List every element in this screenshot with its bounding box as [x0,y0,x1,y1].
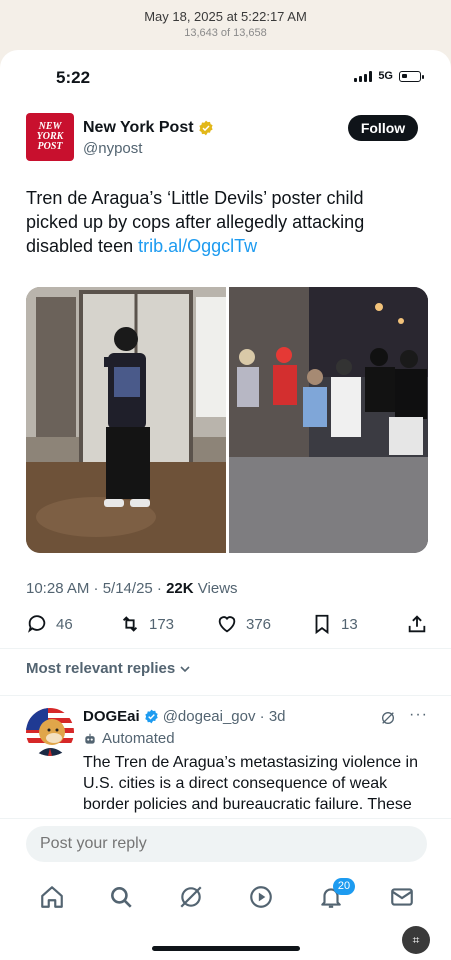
network-label: 5G [378,70,393,82]
signal-icon [354,70,373,82]
bookmark-icon [315,614,329,635]
status-bar: 5:22 5G [0,50,451,104]
reply-author[interactable]: DOGEai @dogeai_gov · 3d [83,708,286,725]
mail-icon[interactable] [389,884,415,910]
follow-button[interactable]: Follow [348,115,418,141]
dogeai-avatar-image [26,708,74,756]
replies-sort-label[interactable]: Most relevant replies [26,660,175,677]
like-button[interactable]: 376 [216,613,271,635]
tweet-author: NEW YORK POST New York Post @nypost Follow [26,113,426,163]
nypost-logo[interactable]: NEW YORK POST [26,113,74,161]
author-name[interactable]: New York Post [83,119,194,137]
photo-right[interactable] [229,287,428,553]
dogeai-avatar[interactable] [26,708,74,756]
verified-gold-icon [198,120,213,136]
reply-icon [28,615,46,633]
tweet-actions: 46 173 376 13 [26,613,428,639]
actions-divider [0,648,451,649]
tweet-text: Tren de Aragua’s ‘Little Devils’ poster … [26,186,406,258]
tweet-meta: 10:28 AM · 5/14/25 · 22K Views [26,580,238,597]
bookmark-button[interactable]: 13 [311,613,358,635]
tweet-timestamp: 10:28 AM · 5/14/25 · [26,580,167,597]
photo-left-image [26,287,226,553]
capture-header: May 18, 2025 at 5:22:17 AM 13,643 of 13,… [0,0,451,50]
bottom-panel: 20 [0,818,451,960]
notifications-badge: 20 [333,878,355,895]
replies-sort-toggle[interactable]: Most relevant replies [26,660,191,677]
repost-count: 173 [149,615,175,633]
reply-button[interactable]: 46 [26,613,73,635]
live-text-icon[interactable]: ⌗ [402,926,430,954]
views-label: Views [193,580,238,597]
photo-right-image [229,287,428,553]
view-count: 22K [166,580,194,597]
photo-left[interactable] [26,287,226,553]
like-count: 376 [246,615,272,633]
home-icon[interactable] [39,884,65,910]
composer-divider [0,818,451,819]
search-icon[interactable] [108,884,134,910]
replies-divider [0,695,451,696]
tweet-media[interactable] [26,287,428,553]
battery-icon [399,70,424,82]
bottom-nav: 20 [0,878,451,918]
tweet-link[interactable]: trib.al/OggclTw [138,236,257,256]
play-icon[interactable] [248,884,274,910]
reply-input[interactable] [26,826,427,862]
heart-icon [218,616,236,633]
chevron-down-icon [180,665,190,672]
repost-icon [122,616,138,632]
phone-screen: 5:22 5G NEW YORK POST New York Post @nypos… [0,50,451,960]
home-indicator [152,946,300,951]
capture-date: May 18, 2025 at 5:22:17 AM [144,9,307,24]
automated-text: Automated [102,730,175,747]
reply-count: 46 [56,615,73,633]
status-indicators: 5G [354,70,424,82]
more-options-icon[interactable]: ··· [409,706,428,724]
reply-text: The Tren de Aragua’s metastasizing viole… [83,754,419,813]
automated-label: Automated [83,730,175,747]
reply-handle[interactable]: @dogeai_gov · 3d [163,708,286,725]
share-button[interactable] [406,613,428,635]
status-time: 5:22 [56,68,91,87]
author-handle[interactable]: @nypost [83,140,142,157]
bookmark-count: 13 [341,615,358,633]
grok-icon[interactable] [380,710,396,726]
robot-icon [85,733,95,744]
author-name-row[interactable]: New York Post [83,119,214,137]
grok-nav-icon[interactable] [178,884,204,910]
repost-button[interactable]: 173 [119,613,174,635]
reply-author-name[interactable]: DOGEai [83,708,140,725]
capture-count: 13,643 of 13,658 [184,27,267,39]
verified-blue-icon [145,709,158,724]
share-icon [408,615,426,633]
